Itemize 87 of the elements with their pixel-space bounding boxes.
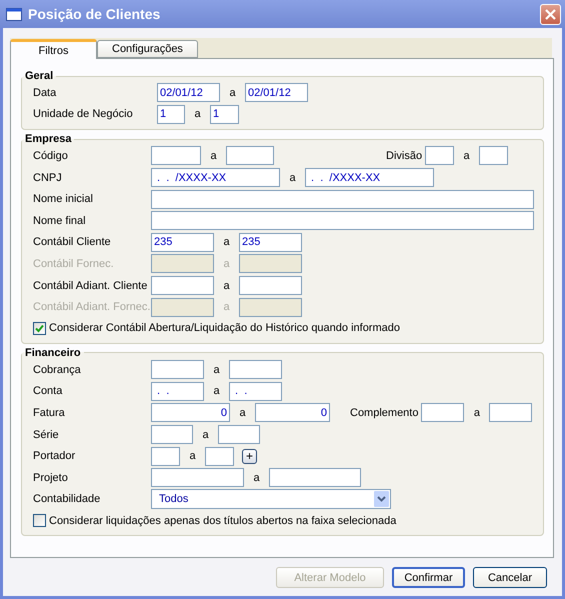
input-field[interactable]: 0: [255, 403, 330, 422]
input-field[interactable]: 235: [239, 232, 302, 252]
input-field[interactable]: [425, 146, 454, 166]
input-field[interactable]: [269, 468, 361, 488]
input-field[interactable]: [151, 146, 201, 166]
input-field[interactable]: [151, 425, 193, 444]
field-label: Contábil Fornec.: [33, 258, 115, 270]
range-separator: a: [288, 172, 297, 184]
range-separator: a: [188, 450, 197, 462]
checkbox-label: Considerar Contábil Abertura/Liquidação do Histórico quando informado: [49, 322, 400, 334]
input-field[interactable]: [239, 276, 302, 296]
input-field[interactable]: [151, 468, 244, 488]
range-separator: a: [222, 236, 231, 248]
range-separator: a: [201, 428, 210, 441]
field-label: Contábil Adiant. Cliente: [33, 280, 148, 292]
input-field[interactable]: [218, 425, 260, 444]
window-title: Posição de Clientes: [28, 6, 162, 22]
input-field[interactable]: . . /XXXX-XX: [305, 168, 434, 188]
input-field[interactable]: [151, 254, 214, 274]
input-field[interactable]: [151, 211, 534, 230]
range-separator: a: [209, 150, 218, 162]
close-icon: [545, 8, 556, 20]
input-field[interactable]: [226, 146, 274, 166]
input-field[interactable]: [151, 276, 214, 296]
dialog-button[interactable]: Cancelar: [473, 567, 547, 588]
range-separator: a: [212, 364, 221, 376]
input-field[interactable]: [479, 146, 508, 166]
range-separator: a: [212, 385, 221, 398]
range-separator: a: [238, 406, 247, 419]
checkbox[interactable]: [33, 322, 46, 335]
tab[interactable]: Filtros: [10, 39, 97, 59]
input-field[interactable]: [421, 403, 464, 422]
window-icon: [6, 8, 22, 20]
input-field[interactable]: . . /XXXX-XX: [151, 168, 280, 188]
range-separator: a: [222, 301, 231, 314]
field-label: Unidade de Negócio: [33, 108, 134, 120]
input-field[interactable]: [151, 190, 534, 209]
close-button[interactable]: [540, 4, 561, 24]
input-field[interactable]: [239, 254, 302, 274]
input-field[interactable]: 0: [151, 403, 230, 422]
range-separator: a: [462, 150, 471, 162]
field-label: Código: [33, 150, 69, 162]
input-field[interactable]: 1: [210, 104, 239, 124]
checkbox[interactable]: [33, 514, 46, 528]
input-field[interactable]: [151, 360, 204, 380]
checkbox-label: Considerar liquidações apenas dos títulos abertos na faixa selecionada: [49, 514, 396, 527]
input-field[interactable]: [151, 446, 180, 466]
range-separator: a: [222, 258, 231, 270]
field-label: Data: [33, 86, 58, 99]
field-label: Portador: [33, 450, 76, 462]
tab[interactable]: Configurações: [97, 40, 198, 58]
dialog-button[interactable]: Confirmar: [392, 567, 465, 588]
dropdown[interactable]: Todos: [151, 489, 391, 510]
input-field[interactable]: [489, 403, 532, 422]
input-field[interactable]: . .: [229, 382, 282, 401]
group-title: Geral: [24, 70, 54, 82]
range-separator: a: [472, 406, 482, 419]
field-label: Projeto: [33, 472, 69, 484]
field-label: Contábil Cliente: [33, 236, 112, 248]
add-button[interactable]: +: [242, 448, 257, 464]
field-label: CNPJ: [33, 172, 63, 184]
input-field[interactable]: 235: [151, 232, 214, 252]
range-separator: a: [193, 108, 202, 120]
input-field[interactable]: 1: [157, 104, 185, 124]
checkmark-icon: [35, 324, 44, 333]
range-separator: a: [222, 280, 231, 292]
input-field[interactable]: [229, 360, 282, 380]
field-label: Divisão: [386, 150, 422, 162]
input-field[interactable]: 02/01/12: [245, 83, 308, 102]
input-field[interactable]: 02/01/12: [157, 83, 220, 102]
range-separator: a: [228, 86, 237, 99]
field-label: Cobrança: [33, 364, 82, 376]
field-label: Contábil Adiant. Fornec.: [33, 301, 151, 314]
field-label: Fatura: [33, 406, 66, 419]
input-field[interactable]: [151, 298, 214, 317]
field-label: Contabilidade: [33, 493, 102, 506]
input-field[interactable]: [205, 446, 234, 466]
field-label: Conta: [33, 385, 64, 398]
group-title: Empresa: [24, 133, 72, 146]
group-title: Financeiro: [24, 346, 82, 359]
field-label: Nome final: [33, 214, 87, 227]
input-field[interactable]: [239, 298, 302, 317]
range-separator: a: [252, 472, 261, 484]
input-field[interactable]: . .: [151, 382, 204, 401]
field-label: Nome inicial: [33, 193, 94, 206]
field-label: Complemento: [350, 406, 418, 419]
field-label: Série: [33, 428, 60, 441]
